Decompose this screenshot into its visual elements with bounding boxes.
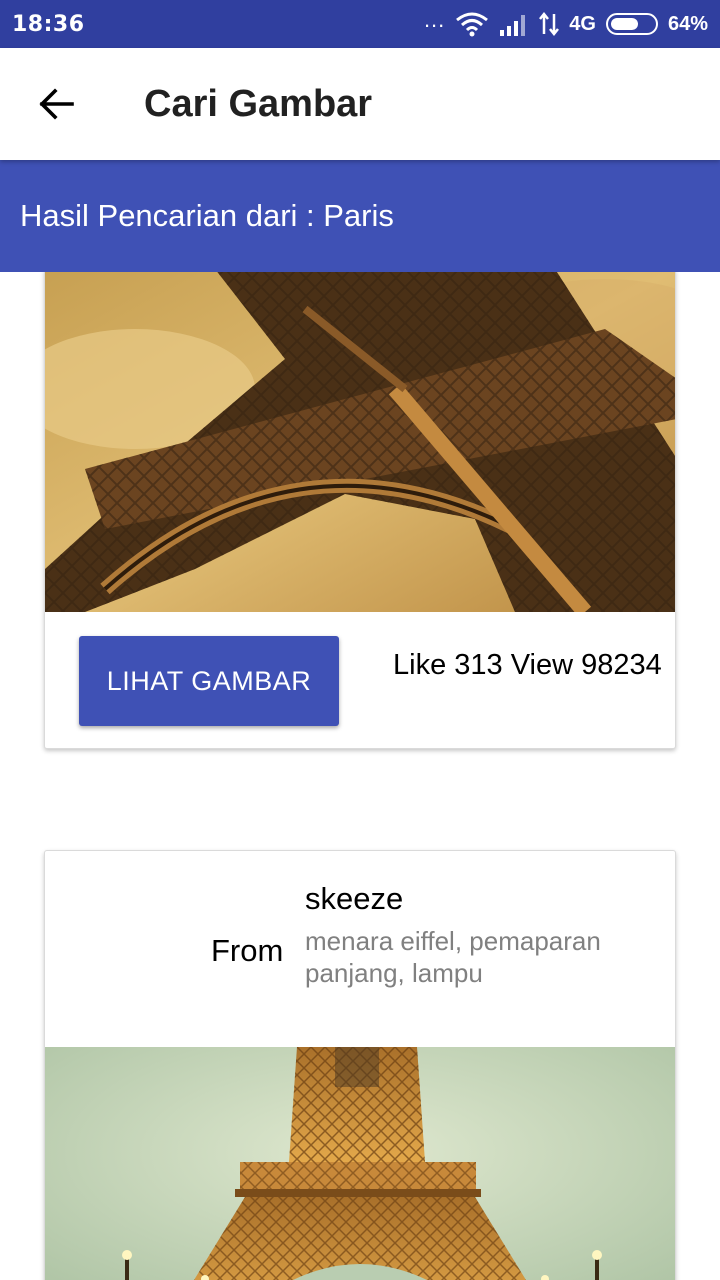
image-tags: menara eiffel, pemaparan panjang, lampu — [305, 926, 601, 988]
page-title: Cari Gambar — [144, 82, 373, 125]
arrow-left-icon — [39, 88, 74, 120]
battery-percent: 64% — [667, 12, 708, 35]
card-footer: LIHAT GAMBAR Like 313 View 98234 — [45, 612, 675, 748]
status-time: 18:36 — [12, 11, 85, 37]
app-screen: 18:36 ... 4G 64% Cari Gambar Hasil Penca… — [0, 0, 720, 1280]
results-list[interactable]: LIHAT GAMBAR Like 313 View 98234 From sk… — [0, 272, 720, 1280]
status-indicators: ... 4G 64% — [423, 7, 708, 37]
search-result-label: Hasil Pencarian dari : Paris — [20, 198, 394, 233]
signal-icon — [500, 15, 526, 36]
author-name: skeeze — [305, 881, 404, 916]
from-label: From — [211, 933, 284, 968]
eiffel-tower-night-lights-photo[interactable] — [45, 1047, 676, 1280]
battery-icon — [605, 13, 658, 35]
data-transfer-icon — [539, 12, 560, 36]
card-header: From skeeze menara eiffel, pemaparan pan… — [45, 851, 675, 1047]
toolbar: Cari Gambar — [0, 48, 720, 160]
result-card: LIHAT GAMBAR Like 313 View 98234 — [44, 272, 676, 749]
battery-level — [610, 18, 638, 30]
notification-dots-icon: ... — [423, 7, 446, 32]
view-image-button[interactable]: LIHAT GAMBAR — [79, 636, 339, 726]
back-button[interactable] — [0, 48, 112, 160]
network-type: 4G — [569, 12, 596, 35]
eiffel-tower-sepia-photo[interactable] — [45, 272, 676, 612]
result-card: From skeeze menara eiffel, pemaparan pan… — [44, 850, 676, 1280]
like-view-stats: Like 313 View 98234 — [393, 649, 662, 681]
status-bar: 18:36 ... 4G 64% — [0, 0, 720, 48]
wifi-icon — [456, 12, 489, 37]
search-result-header: Hasil Pencarian dari : Paris — [0, 160, 720, 272]
